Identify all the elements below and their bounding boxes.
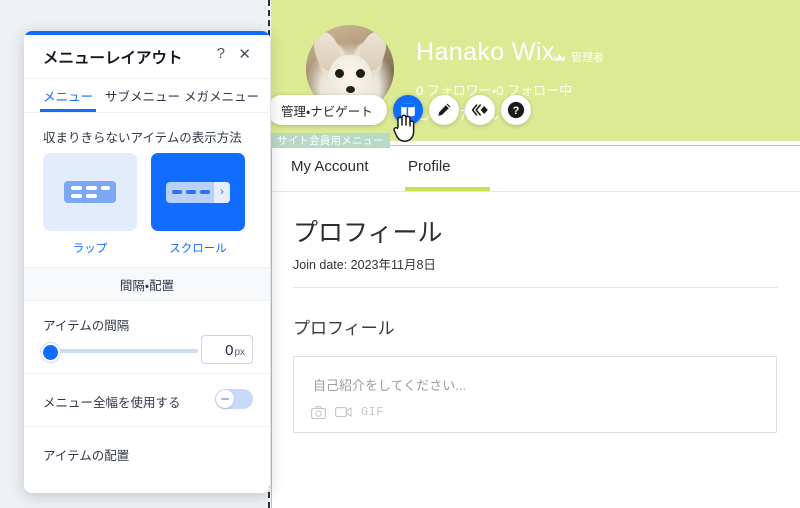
full-width-label: メニュー全幅を使用する [43, 396, 181, 410]
item-spacing-slider-track[interactable] [46, 349, 198, 353]
item-alignment-label: アイテムの配置 [43, 449, 130, 463]
animation-icon [471, 104, 488, 116]
option-scroll[interactable]: › スクロール [151, 153, 245, 256]
spacing-section-header: 間隔・配置 [24, 268, 270, 301]
option-wrap[interactable]: ラップ [43, 153, 137, 256]
item-alignment-row[interactable]: アイテムの配置 [24, 427, 270, 479]
full-width-toggle[interactable] [215, 389, 253, 409]
close-icon[interactable]: ✕ [238, 45, 251, 63]
avatar-nose [346, 86, 355, 93]
gif-label[interactable]: GIF [361, 405, 384, 419]
help-button[interactable]: ? [500, 95, 531, 125]
admin-badge: 管理者 [553, 49, 604, 65]
site-preview-area: Hanako Wix 管理者 0 フォロワー・0 フォロー中 してください My… [271, 0, 800, 508]
tab-submenu[interactable]: サブメニュー [105, 86, 180, 105]
help-icon[interactable]: ? [217, 45, 225, 62]
selection-badge: サイト会員用メニュー [271, 133, 390, 148]
hand-cursor [393, 114, 415, 142]
admin-badge-label: 管理者 [571, 52, 604, 64]
overflow-section-label: 収まりきらないアイテムの表示方法 [43, 131, 242, 145]
option-wrap-label: ラップ [72, 243, 108, 255]
member-tabs: My Account Profile [271, 141, 800, 192]
panel-title: メニューレイアウト [43, 50, 183, 67]
full-width-row: メニュー全幅を使用する [24, 374, 270, 427]
option-wrap-thumb [43, 153, 137, 231]
manage-navigate-button[interactable]: 管理・ナビゲート [271, 95, 387, 125]
tab-megamenu[interactable]: メガメニュー [184, 86, 259, 105]
bio-placeholder: 自己紹介をしてください... [313, 378, 467, 393]
member-name: Hanako Wix [416, 38, 555, 66]
overflow-section: 収まりきらないアイテムの表示方法 ラップ › スクロール [24, 113, 270, 268]
menu-layout-panel: メニューレイアウト ? ✕ メニュー サブメニュー メガメニュー 収まりきらない… [24, 31, 270, 493]
video-icon[interactable] [335, 406, 352, 418]
bio-input-box[interactable]: 自己紹介をしてください... GIF [293, 356, 777, 433]
tab-active-underline [405, 187, 490, 191]
profile-page-title: プロフィール [293, 219, 443, 247]
design-pen-icon [438, 103, 451, 116]
animation-button[interactable] [464, 95, 495, 125]
chevron-right-icon: › [214, 181, 230, 203]
tab-profile[interactable]: Profile [408, 158, 451, 175]
item-spacing-value: 0 [225, 342, 234, 359]
design-button[interactable] [428, 95, 459, 125]
panel-tabs: メニュー サブメニュー メガメニュー [24, 79, 270, 113]
editor-stage: Hanako Wix 管理者 0 フォロワー・0 フォロー中 してください My… [0, 0, 800, 508]
tab-menu[interactable]: メニュー [43, 86, 93, 105]
profile-join-date: Join date: 2023年11月8日 [293, 258, 436, 272]
item-spacing-label: アイテムの間隔 [43, 319, 130, 333]
wrap-icon [64, 181, 116, 203]
toggle-off-icon [221, 398, 229, 400]
toggle-knob [216, 390, 234, 408]
crown-icon [553, 53, 566, 61]
option-scroll-thumb: › [151, 153, 245, 231]
help-icon: ? [507, 101, 524, 119]
scroll-icon: › [166, 181, 230, 203]
divider [293, 287, 778, 288]
avatar-eye-right [356, 69, 365, 78]
panel-header: メニューレイアウト ? ✕ [24, 35, 270, 79]
spacing-section-title: 間隔・配置 [119, 278, 175, 293]
profile-section-title: プロフィール [293, 319, 395, 338]
profile-content: プロフィール Join date: 2023年11月8日 プロフィール 自己紹介… [271, 192, 800, 508]
svg-text:?: ? [512, 105, 519, 117]
camera-icon[interactable] [311, 405, 326, 419]
bio-toolbar: GIF [311, 405, 384, 419]
avatar-eye-left [335, 69, 344, 78]
item-spacing-slider-knob[interactable] [41, 343, 60, 362]
item-spacing-unit: px [234, 347, 245, 358]
item-spacing-input[interactable]: 0 px [201, 335, 253, 364]
panel-tab-underline [40, 109, 96, 112]
item-spacing-row: アイテムの間隔 0 px [24, 301, 270, 374]
overflow-options: ラップ › スクロール [43, 153, 245, 256]
option-scroll-label: スクロール [169, 243, 227, 255]
tab-my-account[interactable]: My Account [291, 158, 369, 175]
